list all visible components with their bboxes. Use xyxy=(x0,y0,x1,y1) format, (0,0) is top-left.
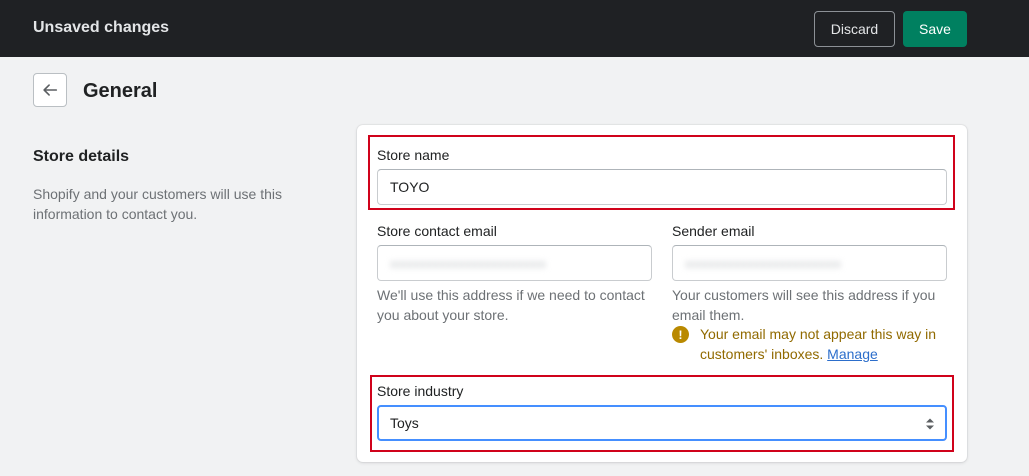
warning-text: Your email may not appear this way in cu… xyxy=(700,326,937,362)
store-name-input[interactable]: TOYO xyxy=(377,169,947,205)
section-title: Store details xyxy=(33,148,130,165)
store-name-label: Store name xyxy=(377,147,450,163)
store-industry-label: Store industry xyxy=(377,383,464,399)
sender-email-redacted: xxxxxxxxxxxxxxxxxxxxxxxx xyxy=(685,255,841,271)
discard-button[interactable]: Discard xyxy=(814,11,895,47)
page-title: General xyxy=(83,80,158,102)
contact-email-label: Store contact email xyxy=(377,223,497,239)
back-button[interactable] xyxy=(33,73,67,107)
contact-email-help: We'll use this address if we need to con… xyxy=(377,287,645,323)
contact-email-input[interactable]: xxxxxxxxxxxxxxxxxxxxxxxx xyxy=(377,245,652,281)
manage-link[interactable]: Manage xyxy=(827,346,878,362)
email-warning: ! Your email may not appear this way in … xyxy=(672,324,962,364)
unsaved-changes-bar: Unsaved changes Discard Save xyxy=(0,0,1029,57)
contact-email-redacted: xxxxxxxxxxxxxxxxxxxxxxxx xyxy=(390,255,546,271)
sender-email-help: Your customers will see this address if … xyxy=(672,287,936,323)
section-description: Shopify and your customers will use this… xyxy=(33,186,282,222)
store-industry-select[interactable]: Toys xyxy=(377,405,947,441)
store-name-value: TOYO xyxy=(390,179,430,195)
unsaved-changes-title: Unsaved changes xyxy=(33,19,170,36)
alert-circle-icon: ! xyxy=(672,326,689,343)
sender-email-label: Sender email xyxy=(672,223,755,239)
select-arrows-icon xyxy=(926,418,934,430)
sender-email-input[interactable]: xxxxxxxxxxxxxxxxxxxxxxxx xyxy=(672,245,947,281)
store-industry-value: Toys xyxy=(390,415,419,431)
arrow-left-icon xyxy=(43,84,58,96)
warning-message: Your email may not appear this way in cu… xyxy=(700,324,962,364)
save-button[interactable]: Save xyxy=(903,11,967,47)
